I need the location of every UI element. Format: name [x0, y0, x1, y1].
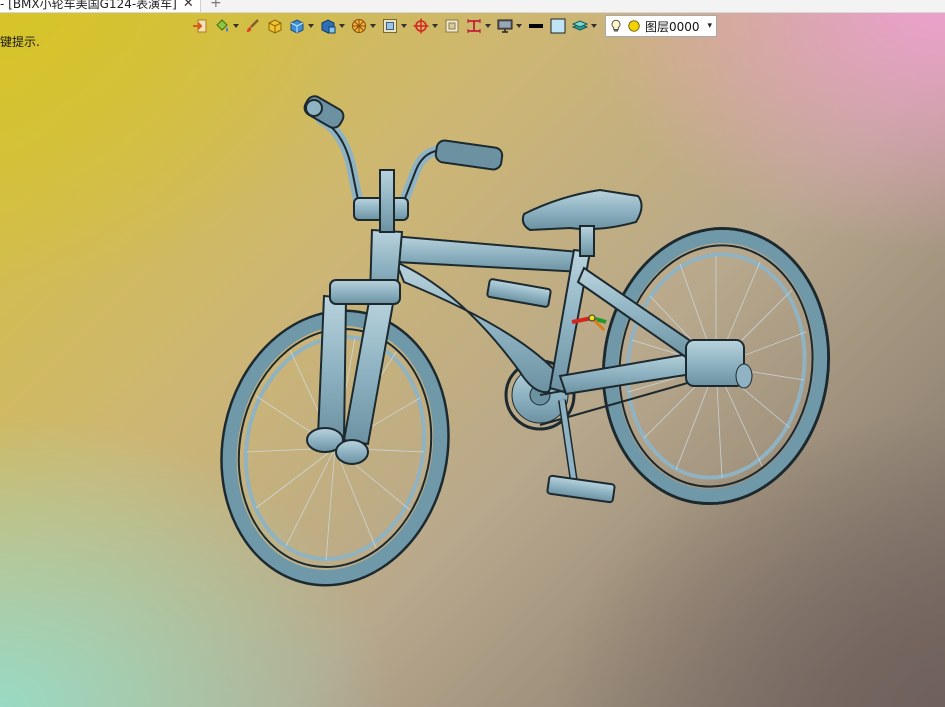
render-box-button[interactable] — [318, 15, 347, 37]
solid-box-button[interactable] — [287, 15, 316, 37]
measure-icon — [467, 19, 481, 33]
solid-box-icon — [290, 19, 304, 34]
frame-button[interactable] — [380, 15, 409, 37]
chevron-down-icon — [233, 24, 239, 28]
chevron-down-icon — [308, 24, 314, 28]
box-yellow-icon — [268, 19, 282, 34]
chevron-down-icon — [339, 24, 345, 28]
target-icon — [413, 18, 429, 34]
square-button[interactable] — [442, 15, 462, 37]
fork-crown — [329, 279, 401, 305]
document-tab-bar: - [BMX小轮车美国G124-表演车] ✕ + — [0, 0, 945, 13]
layer-dropdown[interactable]: 图层0000 ▾ — [605, 15, 718, 37]
frame-icon — [383, 19, 397, 33]
paint-bucket-button[interactable] — [212, 15, 241, 37]
chevron-down-icon — [516, 24, 522, 28]
chevron-down-icon[interactable]: ▾ — [708, 21, 713, 31]
fill-color-icon — [550, 18, 566, 34]
bike-seat — [521, 188, 643, 257]
chevron-down-icon — [485, 24, 491, 28]
rear-hub — [685, 339, 753, 389]
target-button[interactable] — [411, 15, 440, 37]
bicycle-3d-model — [220, 95, 831, 587]
measure-button[interactable] — [464, 15, 493, 37]
line-color-button[interactable] — [526, 15, 546, 37]
line-color-icon — [529, 24, 543, 28]
paint-bucket-icon — [216, 19, 228, 32]
brush-icon — [247, 19, 259, 32]
layer-color-dot-icon[interactable] — [627, 19, 641, 33]
wheel-icon — [352, 19, 366, 33]
brush-button[interactable] — [243, 15, 263, 37]
square-icon — [445, 19, 459, 33]
handlebar — [315, 113, 445, 233]
fill-color-button[interactable] — [548, 15, 568, 37]
layer-name: 图层0000 — [645, 19, 700, 34]
document-tab-title: - [BMX小轮车美国G124-表演车] — [0, 0, 177, 11]
layers-button[interactable] — [570, 15, 599, 37]
box-button[interactable] — [265, 15, 285, 37]
import-button[interactable] — [190, 15, 210, 37]
render-box-icon — [321, 19, 336, 34]
monitor-icon — [497, 19, 513, 33]
model-viewport[interactable] — [0, 38, 945, 707]
document-tab[interactable]: - [BMX小轮车美国G124-表演车] ✕ — [0, 0, 201, 12]
chevron-down-icon — [432, 24, 438, 28]
import-icon — [193, 19, 207, 33]
close-icon[interactable]: ✕ — [183, 0, 194, 11]
monitor-button[interactable] — [495, 15, 524, 37]
chevron-down-icon — [370, 24, 376, 28]
chevron-down-icon — [401, 24, 407, 28]
layers-icon — [572, 20, 588, 31]
view-toolbar: 图层0000 ▾ — [190, 14, 718, 38]
wheel-button[interactable] — [349, 15, 378, 37]
lightbulb-icon[interactable] — [609, 19, 623, 33]
add-tab-icon[interactable]: + — [210, 0, 222, 11]
chevron-down-icon — [591, 24, 597, 28]
